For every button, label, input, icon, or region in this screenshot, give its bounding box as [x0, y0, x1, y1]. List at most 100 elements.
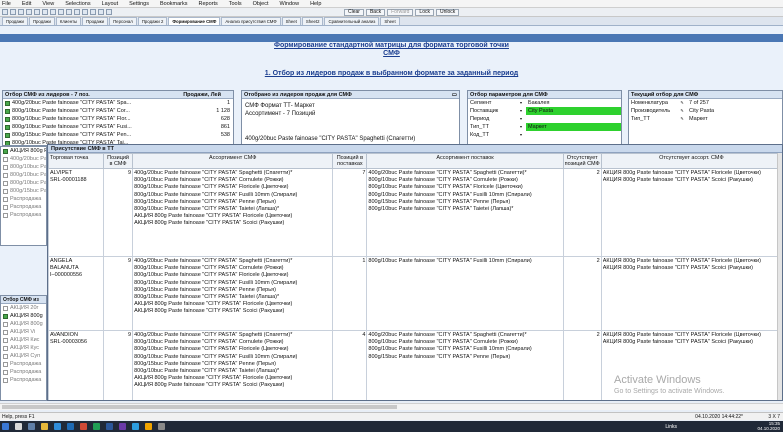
redo-icon[interactable] [58, 9, 64, 15]
checkbox-icon[interactable] [3, 212, 8, 218]
checkbox-icon[interactable] [3, 180, 8, 186]
checkbox-icon[interactable] [3, 321, 8, 327]
current-field[interactable]: Номенклатура ✎ 7 of 257 [629, 99, 782, 107]
tab-4[interactable]: Персонал [109, 17, 137, 25]
checkbox-icon[interactable] [3, 369, 8, 375]
menu-item-1[interactable]: Edit [22, 1, 31, 7]
explorer-icon[interactable] [41, 423, 48, 430]
checkbox-icon[interactable] [3, 196, 8, 202]
param-value[interactable]: Бакалея [526, 99, 621, 107]
chart-icon[interactable] [82, 9, 88, 15]
menu-item-3[interactable]: Selections [65, 1, 90, 7]
back-button[interactable]: Back [365, 8, 386, 16]
table-row[interactable]: ANGELA BALANUTA I–000000556 9 400g/20buc Pas… [48, 256, 782, 331]
start-icon[interactable] [2, 423, 9, 430]
paste-icon[interactable] [42, 9, 48, 15]
leader-row[interactable]: Распродажа [1, 195, 46, 203]
leader-row[interactable]: 400g/20buc Paste fainoase "CITY PASTA" S… [3, 99, 233, 107]
checkbox-icon[interactable] [3, 305, 8, 311]
mail-icon[interactable] [67, 423, 74, 430]
taskbar-clock[interactable]: 15:35 04.10.2020 [757, 421, 780, 431]
param-field[interactable]: Период ▾ [468, 115, 621, 123]
dropdown-icon[interactable]: ▾ [516, 107, 526, 115]
param-field[interactable]: Сегмент ▾ Бакалея [468, 99, 621, 107]
skype-icon[interactable] [132, 423, 139, 430]
menu-item-2[interactable]: View [42, 1, 54, 7]
horizontal-scrollbar[interactable] [0, 403, 783, 410]
edit-icon[interactable]: ✎ [677, 107, 687, 115]
bottom-left-row[interactable]: АКЦИЯ 800g [1, 312, 46, 320]
dropdown-icon[interactable]: ▾ [516, 123, 526, 131]
tab-8[interactable]: Sheet [281, 17, 301, 25]
app-icon[interactable] [80, 423, 87, 430]
leader-row[interactable]: 800g/10buc Paste fainoase [1, 163, 46, 171]
clear-button[interactable]: Clear [344, 8, 364, 16]
column-header[interactable]: Позиций в СМФ [103, 153, 134, 169]
checkbox-icon[interactable] [5, 108, 10, 114]
search-taskbar-icon[interactable] [15, 423, 22, 430]
checkbox-icon[interactable] [3, 148, 8, 154]
param-value[interactable]: City Pasta [526, 107, 621, 115]
checkbox-icon[interactable] [3, 361, 8, 367]
tab-5[interactable]: Продажи 2 [137, 17, 168, 25]
search-icon[interactable] [66, 9, 72, 15]
checkbox-icon[interactable] [3, 337, 8, 343]
leader-row[interactable]: 800g/10buc Paste fainoase [1, 179, 46, 187]
new-icon[interactable] [2, 9, 8, 15]
column-header[interactable]: Отсутствует ассорт. СМФ [600, 153, 782, 169]
param-value[interactable] [526, 115, 621, 123]
open-icon[interactable] [10, 9, 16, 15]
menu-item-4[interactable]: Layout [102, 1, 119, 7]
bottom-left-row[interactable]: Распродажа [1, 368, 46, 376]
leader-row[interactable]: АКЦИЯ 800g Paste fainoase "CITY PASTA" [1, 147, 46, 155]
presence-vscroll[interactable] [777, 153, 782, 400]
leaders-overflow-list[interactable]: АКЦИЯ 800g Paste fainoase "CITY PASTA" 40… [0, 146, 47, 246]
menu-item-11[interactable]: Help [310, 1, 321, 7]
column-header[interactable]: Ассортимент поставок [366, 153, 564, 169]
tab-6[interactable]: Формирование СМФ [168, 17, 221, 25]
tab-2[interactable]: Клиенты [55, 17, 82, 25]
leader-row[interactable]: 800g/15buc Paste fainoase [1, 187, 46, 195]
menu-item-5[interactable]: Settings [129, 1, 149, 7]
qlik-icon[interactable] [158, 423, 165, 430]
param-field[interactable]: Код_ТТ ▾ [468, 131, 621, 139]
print-icon[interactable] [26, 9, 32, 15]
dropdown-icon[interactable]: ▾ [516, 99, 526, 107]
leader-row[interactable]: Распродажа [1, 211, 46, 219]
checkbox-icon[interactable] [5, 140, 10, 145]
unlock-button[interactable]: Unlock [435, 8, 460, 16]
tab-7[interactable]: Анализ присутствия СМФ [221, 17, 281, 25]
bottom-left-row[interactable]: АКЦИЯ Vi [1, 328, 46, 336]
edit-icon[interactable]: ✎ [677, 99, 687, 107]
leader-row[interactable]: 800g/15buc Paste fainoase "CITY PASTA" P… [3, 131, 233, 139]
lock-button[interactable]: Lock [415, 8, 434, 16]
param-value[interactable]: Маркет [526, 123, 621, 131]
task-view-icon[interactable] [28, 423, 35, 430]
tab-9[interactable]: Sheet2 [301, 17, 324, 25]
bottom-left-row[interactable]: АКЦИЯ Кус [1, 344, 46, 352]
checkbox-icon[interactable] [3, 345, 8, 351]
param-field[interactable]: Поставщик ▾ City Pasta [468, 107, 621, 115]
maximize-icon[interactable]: ▭ [452, 91, 459, 98]
leader-row[interactable]: 800g/10buc Paste fainoase "CITY PASTA" C… [3, 107, 233, 115]
viber-icon[interactable] [119, 423, 126, 430]
tab-10[interactable]: Сравнительный анализ [324, 17, 380, 25]
copy-icon[interactable] [34, 9, 40, 15]
edit-icon[interactable]: ✎ [677, 115, 687, 123]
dropdown-icon[interactable]: ▾ [516, 115, 526, 123]
settings-icon[interactable] [106, 9, 112, 15]
report-icon[interactable] [98, 9, 104, 15]
checkbox-icon[interactable] [3, 188, 8, 194]
checkbox-icon[interactable] [3, 204, 8, 210]
checkbox-icon[interactable] [5, 132, 10, 138]
forward-button[interactable]: Forward [387, 8, 414, 16]
table-icon[interactable] [90, 9, 96, 15]
param-value[interactable] [526, 131, 621, 139]
bottom-left-row[interactable]: АКЦИЯ Суп [1, 352, 46, 360]
tab-11[interactable]: Sheet [380, 17, 400, 25]
save-icon[interactable] [18, 9, 24, 15]
checkbox-icon[interactable] [5, 100, 10, 106]
checkbox-icon[interactable] [3, 172, 8, 178]
tab-3[interactable]: Продажи [82, 17, 109, 25]
checkbox-icon[interactable] [3, 377, 8, 383]
